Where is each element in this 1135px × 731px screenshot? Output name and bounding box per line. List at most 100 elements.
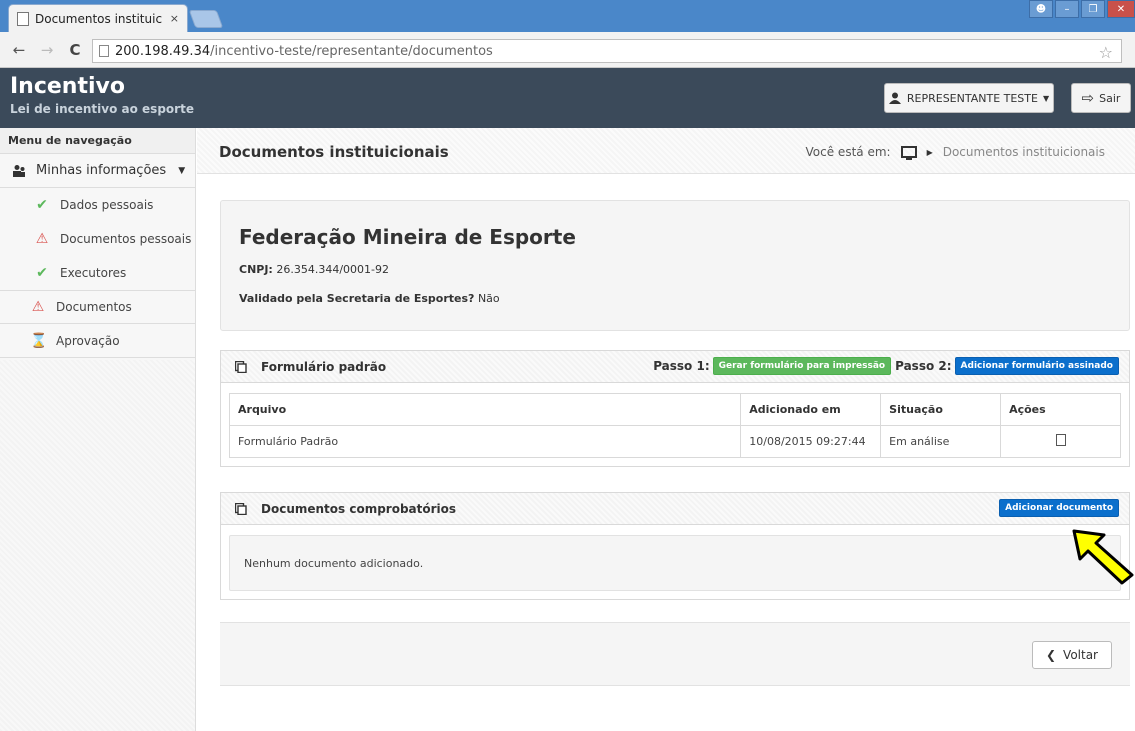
- restore-button[interactable]: ❐: [1081, 0, 1105, 18]
- users-icon: [13, 164, 25, 177]
- organization-name: Federação Mineira de Esporte: [239, 225, 576, 249]
- check-icon: ✔: [36, 197, 48, 213]
- table-row: Formulário Padrão 10/08/2015 09:27:44 Em…: [228, 425, 1121, 458]
- logout-label: Sair: [1099, 91, 1121, 105]
- chevron-down-icon: ▼: [178, 165, 186, 176]
- sidebar-item-dados-pessoais[interactable]: ✔ Dados pessoais: [0, 188, 195, 222]
- sidebar: Menu de navegação Minhas informações ▼ ✔…: [0, 128, 196, 731]
- organization-validated: Validado pela Secretaria de Esportes? Nã…: [239, 292, 500, 305]
- chevron-left-icon: ❮: [1045, 648, 1057, 662]
- cnpj-label: CNPJ:: [239, 263, 273, 276]
- sidebar-item-documentos-pessoais[interactable]: ⚠ Documentos pessoais: [0, 222, 195, 256]
- form-panel: Formulário padrão Passo 1: Gerar formulá…: [220, 350, 1130, 467]
- warning-icon: ⚠: [31, 299, 45, 315]
- logout-icon: ⇨: [1081, 89, 1095, 107]
- documents-panel-title: Documentos comprobatórios: [261, 502, 457, 516]
- organization-summary: Federação Mineira de Esporte CNPJ: 26.35…: [220, 200, 1130, 331]
- user-icon: [888, 92, 901, 104]
- app-header: Incentivo Lei de incentivo ao esporte RE…: [0, 68, 1135, 128]
- url-host: 200.198.49.34: [115, 43, 211, 59]
- chevron-down-icon: ▼: [1042, 93, 1050, 103]
- sidebar-item-label: Dados pessoais: [60, 198, 154, 212]
- sidebar-group-label: Minhas informações: [36, 163, 167, 178]
- step1-label: Passo 1:: [653, 359, 710, 373]
- bookmark-star-icon[interactable]: ☆: [1099, 43, 1113, 62]
- add-signed-form-button[interactable]: Adicionar formulário assinado: [954, 357, 1119, 375]
- close-window-button[interactable]: ✕: [1107, 0, 1135, 18]
- generate-form-button[interactable]: Gerar formulário para impressão: [712, 357, 892, 375]
- validated-label: Validado pela Secretaria de Esportes?: [239, 292, 475, 305]
- form-panel-title: Formulário padrão: [261, 360, 387, 374]
- back-arrow-icon[interactable]: ←: [10, 41, 28, 59]
- empty-documents-text: Nenhum documento adicionado.: [244, 557, 424, 570]
- cell-added: 10/08/2015 09:27:44: [740, 425, 882, 458]
- table-header-row: Arquivo Adicionado em Situação Ações: [228, 393, 1121, 426]
- browser-toolbar: ← → C 200.198.49.34/incentivo-teste/repr…: [0, 32, 1135, 68]
- tab-close-icon[interactable]: ×: [170, 12, 179, 25]
- sidebar-item-label: Aprovação: [56, 333, 120, 348]
- url-path: /incentivo-teste/representante/documento…: [210, 43, 493, 59]
- form-footer: ❮ Voltar: [220, 622, 1130, 686]
- reload-icon[interactable]: C: [66, 41, 84, 59]
- validated-value: Não: [477, 292, 500, 305]
- column-header-adicionado-em: Adicionado em: [740, 393, 882, 426]
- copy-icon: [235, 361, 247, 373]
- sidebar-item-label: Executores: [60, 266, 127, 280]
- sidebar-item-label: Documentos pessoais: [60, 232, 192, 246]
- sidebar-heading: Menu de navegação: [0, 128, 195, 154]
- sidebar-item-documentos[interactable]: ⚠ Documentos: [0, 290, 195, 324]
- highlight-arrow-icon: [1072, 529, 1134, 585]
- minimize-button[interactable]: –: [1055, 0, 1079, 18]
- breadcrumb-current: Documentos instituicionais: [942, 145, 1105, 159]
- cnpj-value: 26.354.344/0001-92: [276, 263, 389, 276]
- page-icon: [99, 45, 109, 57]
- page-title: Documentos instituicionais: [219, 143, 449, 161]
- step2-label: Passo 2:: [895, 359, 952, 373]
- sidebar-item-aprovacao[interactable]: ⌛ Aprovação: [0, 324, 195, 358]
- caret-right-icon: ▶: [926, 147, 933, 157]
- view-document-icon[interactable]: [1055, 434, 1066, 446]
- empty-documents-box: Nenhum documento adicionado.: [229, 535, 1121, 591]
- browser-tab[interactable]: Documentos instituic ×: [8, 4, 188, 32]
- organization-cnpj: CNPJ: 26.354.344/0001-92: [239, 263, 389, 276]
- copy-icon: [235, 503, 247, 515]
- user-menu-button[interactable]: REPRESENTANTE TESTE ▼: [884, 83, 1054, 113]
- breadcrumb: Você está em: ▶ Documentos instituiciona…: [805, 145, 1105, 160]
- page-header: Documentos instituicionais Você está em:…: [197, 128, 1135, 174]
- logout-button[interactable]: ⇨ Sair: [1071, 83, 1131, 113]
- user-profile-icon[interactable]: ☻: [1029, 0, 1053, 18]
- column-header-acoes: Ações: [1000, 393, 1121, 426]
- monitor-icon[interactable]: [900, 146, 917, 160]
- breadcrumb-prefix: Você está em:: [805, 145, 891, 159]
- form-steps: Passo 1: Gerar formulário para impressão…: [653, 357, 1119, 375]
- page-icon: [17, 11, 29, 26]
- form-panel-header: Formulário padrão Passo 1: Gerar formulá…: [221, 351, 1129, 383]
- sidebar-item-executores[interactable]: ✔ Executores: [0, 256, 195, 290]
- browser-tab-bar: Documentos instituic × ☻ – ❐ ✕: [0, 0, 1135, 32]
- cell-file: Formulário Padrão: [228, 425, 742, 458]
- back-button-label: Voltar: [1063, 648, 1098, 662]
- brand-subtitle: Lei de incentivo ao esporte: [10, 102, 194, 116]
- documents-actions: Adicionar documento: [999, 499, 1119, 517]
- column-header-arquivo: Arquivo: [228, 393, 742, 426]
- main-content: Documentos instituicionais Você está em:…: [197, 128, 1135, 731]
- address-bar[interactable]: 200.198.49.34/incentivo-teste/representa…: [92, 39, 1122, 63]
- window-controls: ☻ – ❐ ✕: [1027, 0, 1135, 20]
- forward-arrow-icon[interactable]: →: [38, 41, 56, 59]
- user-menu-label: REPRESENTANTE TESTE: [906, 91, 1038, 105]
- brand-title[interactable]: Incentivo: [10, 74, 125, 99]
- new-tab-button[interactable]: [188, 10, 224, 28]
- hourglass-icon: ⌛: [30, 332, 48, 349]
- cell-actions: [1000, 425, 1121, 458]
- documents-panel-header: Documentos comprobatórios Adicionar docu…: [221, 493, 1129, 525]
- sidebar-group-minhas-informacoes[interactable]: Minhas informações ▼: [0, 154, 195, 188]
- back-button[interactable]: ❮ Voltar: [1032, 641, 1112, 669]
- documents-panel: Documentos comprobatórios Adicionar docu…: [220, 492, 1130, 600]
- warning-icon: ⚠: [35, 231, 49, 247]
- sidebar-background: [0, 360, 195, 731]
- add-document-button[interactable]: Adicionar documento: [999, 499, 1119, 517]
- form-table: Arquivo Adicionado em Situação Ações For…: [228, 393, 1121, 458]
- sidebar-item-label: Documentos: [56, 300, 132, 314]
- cell-status: Em análise: [880, 425, 1002, 458]
- tab-title: Documentos instituic: [35, 11, 163, 26]
